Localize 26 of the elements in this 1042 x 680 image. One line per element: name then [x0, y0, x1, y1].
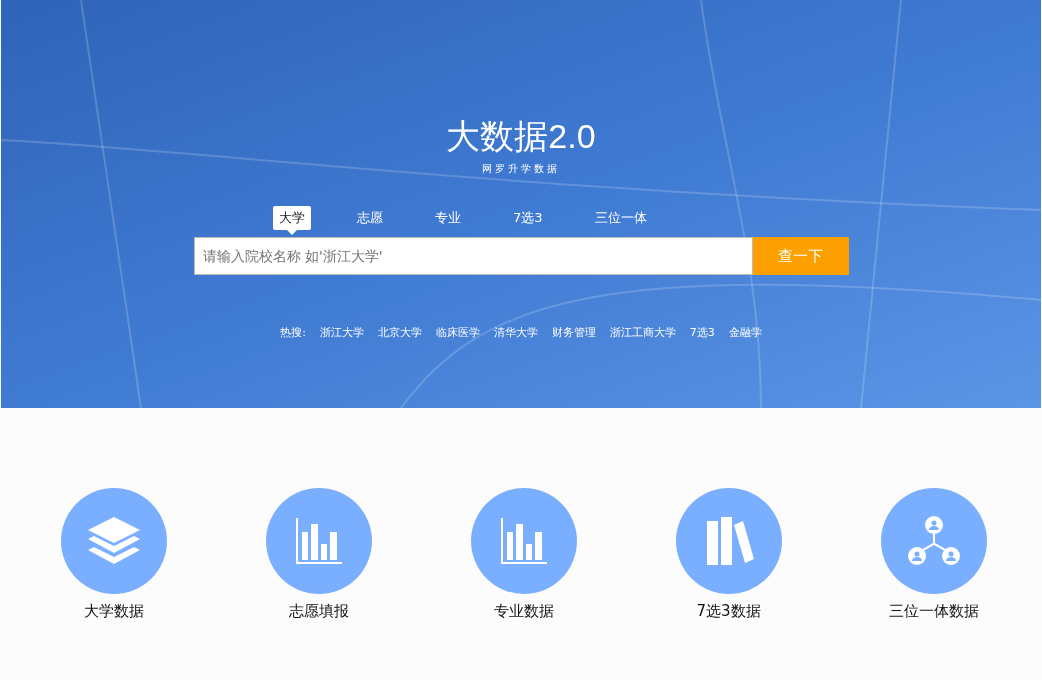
- search-button[interactable]: 查一下: [752, 237, 849, 275]
- hot-search-link[interactable]: 浙江大学: [319, 325, 364, 340]
- hot-search-link[interactable]: 清华大学: [493, 325, 538, 340]
- search-tab[interactable]: 志愿: [351, 206, 389, 230]
- bar-chart-icon: [498, 516, 549, 566]
- hot-search-label: 热搜:: [280, 325, 306, 340]
- network-icon: [906, 515, 961, 567]
- hot-search-link[interactable]: 北京大学: [377, 325, 422, 340]
- search-tab[interactable]: 三位一体: [588, 206, 653, 230]
- hot-search-link[interactable]: 7选3: [689, 325, 715, 340]
- page-title: 大数据2.0: [446, 116, 596, 157]
- feature-label[interactable]: 三位一体数据: [888, 602, 979, 621]
- subtitle: 网罗升学数据: [482, 162, 560, 176]
- bar-chart-icon: [293, 516, 344, 566]
- hot-search-link[interactable]: 临床医学: [435, 325, 480, 340]
- feature-label[interactable]: 专业数据: [493, 602, 554, 621]
- hot-search-link[interactable]: 金融学: [728, 325, 762, 340]
- feature-label[interactable]: 志愿填报: [288, 602, 349, 621]
- feature-label[interactable]: 大学数据: [83, 602, 144, 621]
- search-tab[interactable]: 专业: [429, 206, 467, 230]
- search-tab[interactable]: 7选3: [507, 206, 549, 230]
- search-tab[interactable]: 大学: [273, 206, 311, 230]
- search-field[interactable]: 请输入院校名称 如'浙江大学': [193, 237, 753, 275]
- hot-search-link[interactable]: 浙江工商大学: [609, 325, 676, 340]
- hot-search-link[interactable]: 财务管理: [551, 325, 596, 340]
- feature-label[interactable]: 7选3数据: [696, 602, 761, 621]
